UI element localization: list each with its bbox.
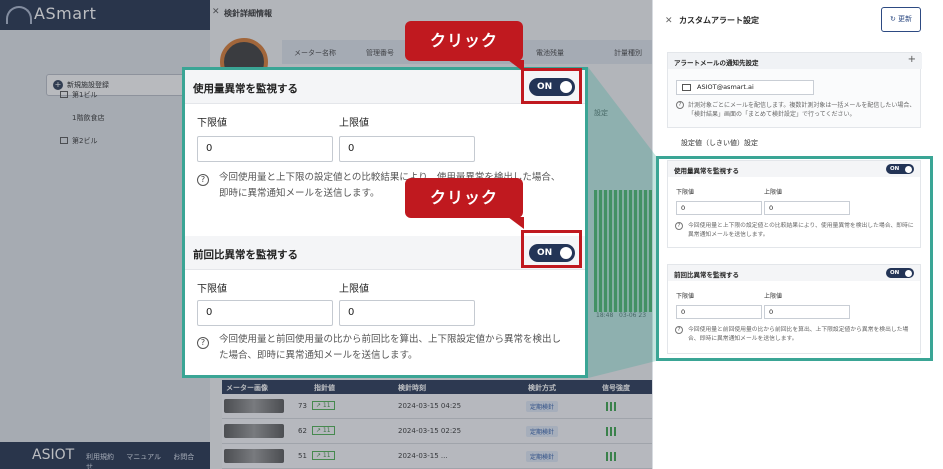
envelope-icon bbox=[682, 84, 691, 91]
zoom-callout: 使用量異常を監視する ON 下限値 上限値 0 0 ? 今回使用量と上下限の設定… bbox=[182, 67, 588, 378]
click-callout-2-tail bbox=[508, 217, 524, 229]
zoom-lower-label: 下限値 bbox=[197, 118, 227, 129]
zoom-lower-label: 下限値 bbox=[197, 284, 227, 295]
help-icon: ? bbox=[676, 101, 684, 109]
panel-title: カスタムアラート設定 bbox=[679, 16, 759, 25]
zoom-upper-label: 上限値 bbox=[339, 118, 369, 129]
zoom-ratio-note: 今回使用量と前回使用量の比から前回比を算出、上下限設定値から異常を検出した場合、… bbox=[219, 334, 562, 361]
toggle-highlight-2 bbox=[521, 230, 582, 268]
refresh-icon: ↻ bbox=[889, 15, 896, 23]
mail-note: 計測対象ごとにメールを配信します。複数計測対象は一括メールを配信したい場合、「検… bbox=[688, 102, 916, 118]
mail-settings-section: アラートメールの通知先設定 + ASIOT@asmart.ai ? 計測対象ごと… bbox=[667, 52, 922, 128]
click-callout-1-tail bbox=[508, 60, 524, 72]
help-icon: ? bbox=[197, 337, 209, 349]
refresh-button[interactable]: ↻ 更新 bbox=[881, 7, 921, 32]
close-icon[interactable]: ✕ bbox=[665, 16, 673, 26]
zoom-upper-label: 上限値 bbox=[339, 284, 369, 295]
toggle-highlight-1 bbox=[521, 68, 582, 104]
mail-section-title: アラートメールの通知先設定 bbox=[668, 53, 922, 69]
zoom-usage-upper-input[interactable]: 0 bbox=[339, 136, 475, 162]
zoom-ratio-title: 前回比異常を監視する bbox=[193, 249, 298, 261]
zoom-usage-lower-input[interactable]: 0 bbox=[197, 136, 333, 162]
click-callout-1: クリック bbox=[405, 21, 523, 61]
zoom-ratio-lower-input[interactable]: 0 bbox=[197, 300, 333, 326]
highlight-frame bbox=[656, 156, 933, 361]
zoom-usage-title: 使用量異常を監視する bbox=[193, 83, 298, 95]
mail-address-field[interactable]: ASIOT@asmart.ai bbox=[676, 80, 814, 95]
click-callout-2: クリック bbox=[405, 178, 523, 218]
add-mail-icon[interactable]: + bbox=[908, 54, 916, 65]
zoom-ratio-upper-input[interactable]: 0 bbox=[339, 300, 475, 326]
threshold-heading: 設定値（しきい値）設定 bbox=[681, 139, 758, 147]
help-icon: ? bbox=[197, 174, 209, 186]
